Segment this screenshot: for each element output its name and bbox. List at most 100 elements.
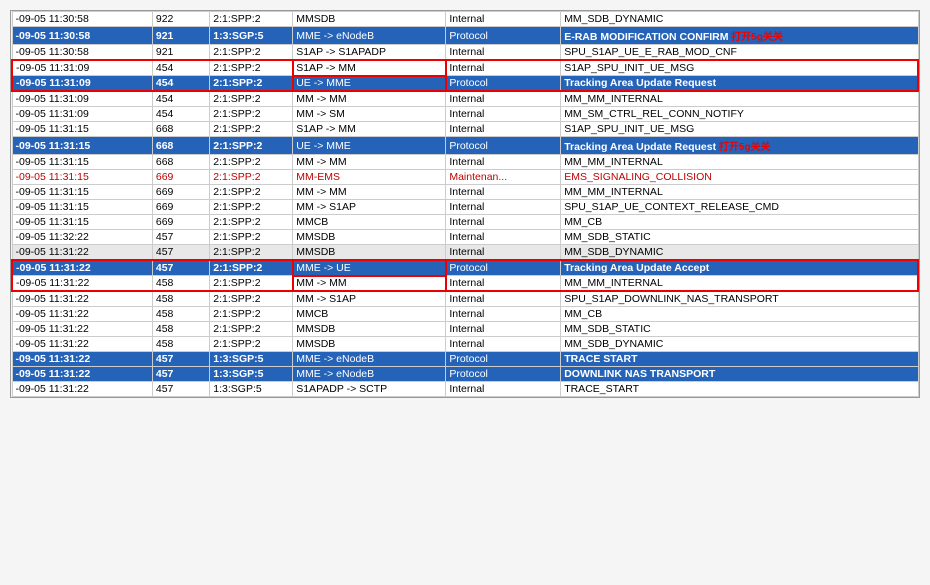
table-cell: 458 <box>152 276 209 292</box>
table-cell: 2:1:SPP:2 <box>210 307 293 322</box>
table-cell: 457 <box>152 230 209 245</box>
table-cell: MME -> UE <box>293 260 446 276</box>
table-cell: MM_SDB_STATIC <box>561 230 918 245</box>
table-cell: -09-05 11:31:15 <box>12 185 152 200</box>
table-row: -09-05 11:31:224571:3:SGP:5S1APADP -> SC… <box>12 382 918 397</box>
table-cell: Internal <box>446 12 561 27</box>
table-cell: MME -> eNodeB <box>293 352 446 367</box>
table-cell: 458 <box>152 307 209 322</box>
table-row: -09-05 11:30:589222:1:SPP:2MMSDBInternal… <box>12 12 918 27</box>
table-cell: 2:1:SPP:2 <box>210 276 293 292</box>
table-cell: MME -> eNodeB <box>293 367 446 382</box>
table-cell: S1AP -> MM <box>293 60 446 76</box>
table-cell: -09-05 11:30:58 <box>12 45 152 61</box>
table-cell: DOWNLINK NAS TRANSPORT <box>561 367 918 382</box>
table-cell: Protocol <box>446 76 561 92</box>
table-cell: MMSDB <box>293 322 446 337</box>
table-cell: 921 <box>152 27 209 45</box>
table-cell: S1AP -> MM <box>293 122 446 137</box>
table-cell: Protocol <box>446 260 561 276</box>
table-cell: TRACE_START <box>561 382 918 397</box>
table-cell: MM_SDB_STATIC <box>561 322 918 337</box>
table-cell: 669 <box>152 215 209 230</box>
table-cell: -09-05 11:31:15 <box>12 155 152 170</box>
table-cell: 457 <box>152 382 209 397</box>
table-cell: -09-05 11:30:58 <box>12 12 152 27</box>
table-cell: -09-05 11:31:15 <box>12 137 152 155</box>
table-cell: 457 <box>152 352 209 367</box>
table-cell: 454 <box>152 60 209 76</box>
table-row: -09-05 11:30:589212:1:SPP:2S1AP -> S1APA… <box>12 45 918 61</box>
table-cell: 457 <box>152 260 209 276</box>
table-cell: Internal <box>446 122 561 137</box>
table-cell: MM -> S1AP <box>293 200 446 215</box>
table-row: -09-05 11:31:224571:3:SGP:5MME -> eNodeB… <box>12 367 918 382</box>
table-cell: -09-05 11:31:22 <box>12 337 152 352</box>
table-row: -09-05 11:31:094542:1:SPP:2S1AP -> MMInt… <box>12 60 918 76</box>
table-cell: -09-05 11:31:22 <box>12 322 152 337</box>
table-row: -09-05 11:31:224572:1:SPP:2MMSDBInternal… <box>12 245 918 261</box>
table-cell: 2:1:SPP:2 <box>210 155 293 170</box>
table-cell: 2:1:SPP:2 <box>210 215 293 230</box>
table-cell: -09-05 11:31:09 <box>12 76 152 92</box>
table-cell: 2:1:SPP:2 <box>210 322 293 337</box>
table-cell: MM -> S1AP <box>293 291 446 307</box>
table-row: -09-05 11:31:156692:1:SPP:2MM-EMSMainten… <box>12 170 918 185</box>
table-cell: 669 <box>152 185 209 200</box>
table-cell: MM -> MM <box>293 91 446 107</box>
table-cell: Protocol <box>446 27 561 45</box>
table-cell: 2:1:SPP:2 <box>210 245 293 261</box>
table-row: -09-05 11:31:224572:1:SPP:2MME -> UEProt… <box>12 260 918 276</box>
table-row: -09-05 11:31:094542:1:SPP:2MM -> MMInter… <box>12 91 918 107</box>
table-cell: -09-05 11:31:22 <box>12 367 152 382</box>
table-row: -09-05 11:31:094542:1:SPP:2MM -> SMInter… <box>12 107 918 122</box>
table-cell: 921 <box>152 45 209 61</box>
table-row: -09-05 11:31:156692:1:SPP:2MM -> S1APInt… <box>12 200 918 215</box>
table-cell: -09-05 11:31:15 <box>12 170 152 185</box>
table-cell: MM_SDB_DYNAMIC <box>561 337 918 352</box>
table-cell: MM_SDB_DYNAMIC <box>561 12 918 27</box>
table-cell: MMCB <box>293 307 446 322</box>
table-cell: Tracking Area Update Request 打开5g关关 <box>561 137 918 155</box>
table-cell: -09-05 11:31:09 <box>12 60 152 76</box>
table-cell: MM -> MM <box>293 276 446 292</box>
table-cell: Internal <box>446 276 561 292</box>
table-cell: MM_CB <box>561 307 918 322</box>
table-cell: Internal <box>446 200 561 215</box>
table-row: -09-05 11:32:224572:1:SPP:2MMSDBInternal… <box>12 230 918 245</box>
table-cell: S1AP -> S1APADP <box>293 45 446 61</box>
table-cell: 454 <box>152 91 209 107</box>
table-cell: MM_CB <box>561 215 918 230</box>
table-cell: 454 <box>152 76 209 92</box>
table-cell: S1AP_SPU_INIT_UE_MSG <box>561 60 918 76</box>
table-cell: -09-05 11:31:22 <box>12 276 152 292</box>
table-cell: -09-05 11:31:15 <box>12 122 152 137</box>
table-cell: Internal <box>446 307 561 322</box>
table-row: -09-05 11:31:224582:1:SPP:2MM -> MMInter… <box>12 276 918 292</box>
table-cell: 2:1:SPP:2 <box>210 337 293 352</box>
table-cell: 2:1:SPP:2 <box>210 291 293 307</box>
table-row: -09-05 11:31:224582:1:SPP:2MMSDBInternal… <box>12 337 918 352</box>
table-row: -09-05 11:31:094542:1:SPP:2UE -> MMEProt… <box>12 76 918 92</box>
table-cell: SPU_S1AP_UE_CONTEXT_RELEASE_CMD <box>561 200 918 215</box>
table-row: -09-05 11:30:589211:3:SGP:5MME -> eNodeB… <box>12 27 918 45</box>
table-cell: Internal <box>446 45 561 61</box>
table-row: -09-05 11:31:156682:1:SPP:2S1AP -> MMInt… <box>12 122 918 137</box>
table-cell: -09-05 11:31:22 <box>12 291 152 307</box>
table-cell: MMSDB <box>293 12 446 27</box>
signal-table: -09-05 11:30:589222:1:SPP:2MMSDBInternal… <box>10 10 920 398</box>
table-cell: Internal <box>446 322 561 337</box>
table-cell: Internal <box>446 337 561 352</box>
table-row: -09-05 11:31:224582:1:SPP:2MM -> S1APInt… <box>12 291 918 307</box>
table-cell: 454 <box>152 107 209 122</box>
table-row: -09-05 11:31:224582:1:SPP:2MMCBInternalM… <box>12 307 918 322</box>
table-cell: 2:1:SPP:2 <box>210 45 293 61</box>
table-cell: -09-05 11:31:22 <box>12 245 152 261</box>
table-cell: Internal <box>446 245 561 261</box>
table-cell: MM_SDB_DYNAMIC <box>561 245 918 261</box>
table-cell: MME -> eNodeB <box>293 27 446 45</box>
table-cell: MM-EMS <box>293 170 446 185</box>
table-cell: 2:1:SPP:2 <box>210 260 293 276</box>
table-row: -09-05 11:31:156692:1:SPP:2MM -> MMInter… <box>12 185 918 200</box>
table-cell: 2:1:SPP:2 <box>210 137 293 155</box>
